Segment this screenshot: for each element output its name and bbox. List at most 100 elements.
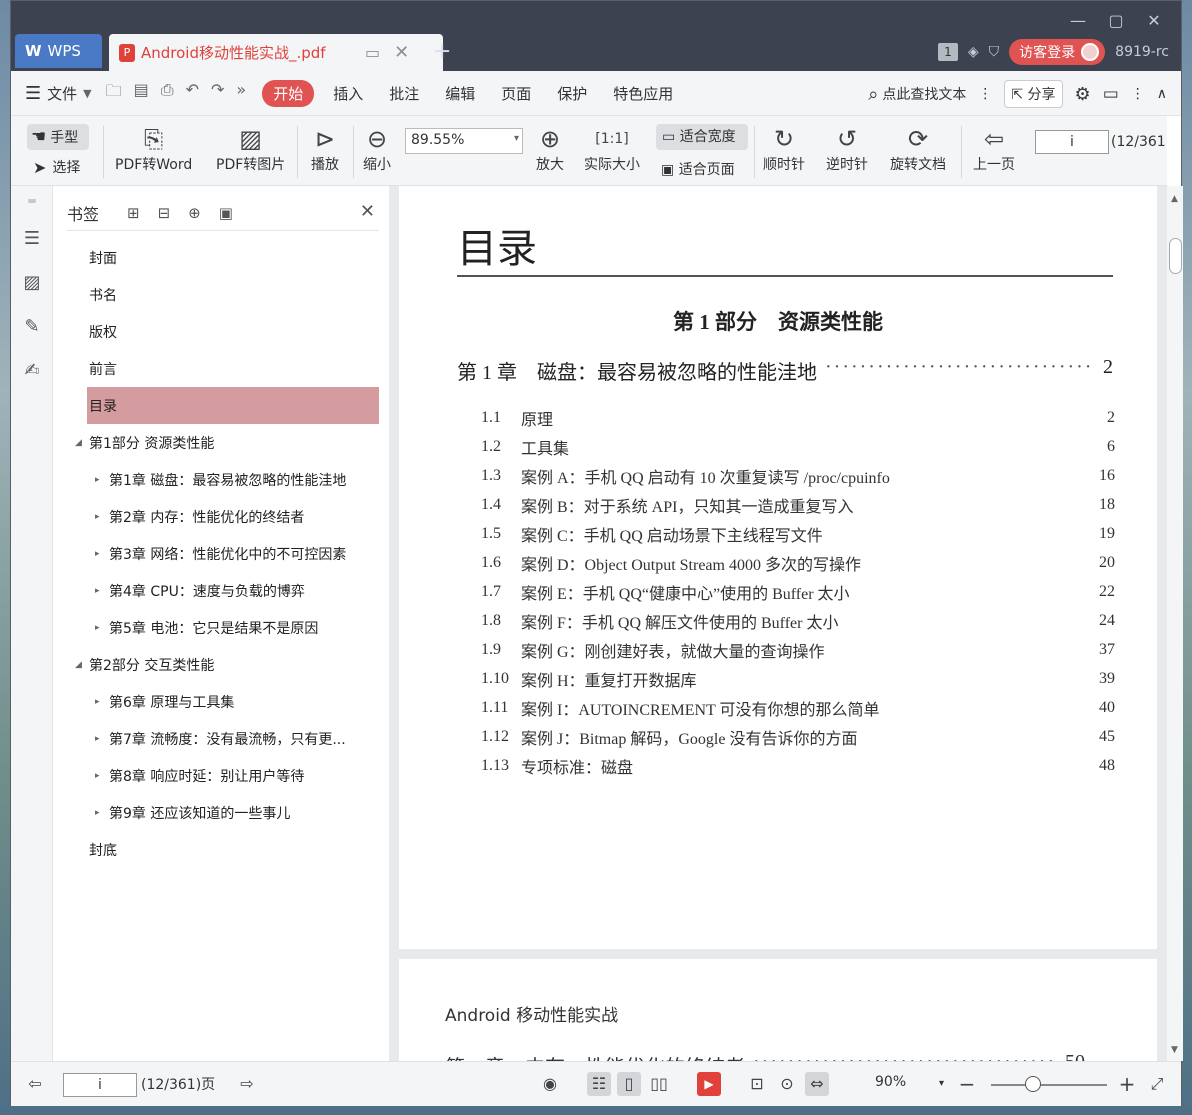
- zoom-in-icon[interactable]: +: [1115, 1072, 1139, 1096]
- bookmark-item[interactable]: 前言: [67, 350, 379, 387]
- tab-close-icon[interactable]: ✕: [394, 42, 409, 63]
- collapsed-triangle-icon[interactable]: ▸: [95, 512, 109, 522]
- actual-size-icon[interactable]: ⊡: [745, 1072, 769, 1096]
- add-bookmark-icon[interactable]: ⊕: [188, 204, 201, 222]
- collapsed-triangle-icon[interactable]: ▸: [95, 586, 109, 596]
- eye-protect-icon[interactable]: ◉: [538, 1072, 562, 1096]
- more-vertical-icon[interactable]: ⋮: [978, 86, 992, 102]
- tab-annotate[interactable]: 批注: [376, 83, 432, 104]
- redo-icon[interactable]: ↷: [211, 80, 224, 107]
- play-button[interactable]: ⊳ 播放: [311, 124, 339, 174]
- bookmark-item[interactable]: ▸ 第5章 电池：它只是结果不是原因: [67, 609, 379, 646]
- zoom-slider-knob[interactable]: [1024, 1076, 1041, 1092]
- skin-icon[interactable]: ◈: [968, 44, 979, 60]
- expand-all-icon[interactable]: ⊞: [127, 204, 140, 222]
- status-page-input[interactable]: i: [63, 1073, 137, 1097]
- new-tab-button[interactable]: +: [433, 39, 451, 64]
- bookmark-item[interactable]: ▸ 第1章 磁盘：最容易被忽略的性能洼地: [67, 461, 379, 498]
- bookmark-item[interactable]: ◢ 第1部分 资源类性能: [67, 424, 379, 461]
- scroll-thumb[interactable]: [1169, 238, 1182, 274]
- close-icon[interactable]: ✕: [360, 201, 375, 222]
- scroll-up-icon[interactable]: ▲: [1171, 194, 1178, 204]
- tab-wps-home[interactable]: W WPS: [15, 34, 102, 68]
- tab-insert[interactable]: 插入: [320, 83, 376, 104]
- tab-count-badge[interactable]: 1: [937, 43, 958, 61]
- tab-features[interactable]: 特色应用: [600, 83, 686, 104]
- zoom-out-button[interactable]: ⊖ 缩小: [363, 124, 391, 174]
- comment-icon[interactable]: ▭: [1103, 84, 1119, 104]
- fit-width-button[interactable]: ▭ 适合宽度: [656, 124, 748, 150]
- fullscreen-icon[interactable]: ⤢: [1145, 1072, 1169, 1096]
- prev-page-button[interactable]: ⇦ 上一页: [973, 124, 1015, 174]
- rotate-ccw-button[interactable]: ↺ 逆时针: [826, 124, 868, 174]
- continuous-view-icon[interactable]: ☷: [587, 1072, 611, 1096]
- print-icon[interactable]: ⎙: [161, 80, 174, 107]
- bookmark-item[interactable]: ▸ 第2章 内存：性能优化的终结者: [67, 498, 379, 535]
- bookmark-item[interactable]: 封面: [67, 239, 379, 276]
- bookmark-options-icon[interactable]: ▣: [219, 204, 233, 222]
- zoom-percent[interactable]: 90%: [875, 1074, 906, 1090]
- single-page-icon[interactable]: ▯: [617, 1072, 641, 1096]
- expanded-triangle-icon[interactable]: ◢: [75, 660, 89, 670]
- open-folder-icon[interactable]: 🗀: [106, 80, 122, 107]
- tshirt-icon[interactable]: ⛉: [989, 44, 1000, 60]
- bookmark-item[interactable]: 书名: [67, 276, 379, 313]
- play-icon[interactable]: ▶: [697, 1072, 721, 1096]
- next-page-icon[interactable]: ⇨: [235, 1072, 259, 1096]
- expanded-triangle-icon[interactable]: ◢: [75, 438, 89, 448]
- thumbnail-icon[interactable]: ▨: [11, 260, 53, 304]
- bookmark-item[interactable]: ▸ 第4章 CPU：速度与负载的博弈: [67, 572, 379, 609]
- actual-size-button[interactable]: [1:1] 实际大小: [584, 124, 640, 174]
- bookmark-item[interactable]: ▸ 第9章 还应该知道的一些事儿: [67, 794, 379, 831]
- zoom-in-button[interactable]: ⊕ 放大: [536, 124, 564, 174]
- bookmark-item[interactable]: ▸ 第8章 响应时延：别让用户等待: [67, 757, 379, 794]
- page-number-input[interactable]: i: [1035, 130, 1109, 154]
- tab-page[interactable]: 页面: [488, 83, 544, 104]
- tab-start[interactable]: 开始: [262, 79, 315, 107]
- collapsed-triangle-icon[interactable]: ▸: [95, 623, 109, 633]
- signature-icon[interactable]: ✍: [11, 348, 53, 392]
- tab-document[interactable]: P Android移动性能实战_.pdf ▭ ✕: [109, 34, 443, 71]
- file-menu[interactable]: ☰ 文件 ▼: [11, 83, 92, 104]
- bookmark-item[interactable]: ▸ 第3章 网络：性能优化中的不可控因素: [67, 535, 379, 572]
- vertical-scrollbar[interactable]: ▲ ▼: [1167, 186, 1183, 1061]
- settings-icon[interactable]: ⚙: [1075, 84, 1091, 105]
- collapsed-triangle-icon[interactable]: ▸: [95, 549, 109, 559]
- save-icon[interactable]: ▤: [134, 80, 149, 107]
- annotation-icon[interactable]: ✎: [11, 304, 53, 348]
- bookmark-list-icon[interactable]: ☰: [11, 216, 53, 260]
- fit-page-icon[interactable]: ⊙: [775, 1072, 799, 1096]
- rotate-doc-button[interactable]: ⟳ 旋转文档: [890, 124, 946, 174]
- rotate-cw-button[interactable]: ↻ 顺时针: [763, 124, 805, 174]
- menu-more-icon[interactable]: ⋮: [1131, 86, 1145, 102]
- bookmark-item[interactable]: 封底: [67, 831, 379, 868]
- zoom-slider[interactable]: [991, 1084, 1107, 1086]
- collapsed-triangle-icon[interactable]: ▸: [95, 808, 109, 818]
- zoom-select[interactable]: 89.55% ▾: [405, 128, 523, 154]
- pdf-to-word-button[interactable]: ⎘ PDF转Word: [115, 124, 192, 174]
- fit-page-button[interactable]: ▣ 适合页面: [661, 159, 735, 179]
- collapsed-triangle-icon[interactable]: ▸: [95, 734, 109, 744]
- document-view[interactable]: 目录 第 1 部分 资源类性能 第 1 章 磁盘：最容易被忽略的性能洼地 ···…: [389, 186, 1167, 1061]
- share-button[interactable]: ⇱ 分享: [1004, 80, 1063, 108]
- dual-page-icon[interactable]: ▯▯: [647, 1072, 671, 1096]
- bookmark-item-selected[interactable]: 目录: [87, 387, 379, 424]
- select-tool-button[interactable]: ➤ 选择: [33, 157, 80, 177]
- undo-icon[interactable]: ↶: [186, 80, 199, 107]
- bookmark-item[interactable]: ▸ 第7章 流畅度：没有最流畅，只有更...: [67, 720, 379, 757]
- collapse-icon[interactable]: ∧: [1157, 86, 1167, 102]
- more-chevron-icon[interactable]: »: [236, 80, 246, 107]
- collapsed-triangle-icon[interactable]: ▸: [95, 697, 109, 707]
- tab-edit[interactable]: 编辑: [432, 83, 488, 104]
- bookmark-item[interactable]: 版权: [67, 313, 379, 350]
- scroll-down-icon[interactable]: ▼: [1171, 1045, 1178, 1055]
- collapse-handle-icon[interactable]: ═: [11, 186, 53, 216]
- tab-protect[interactable]: 保护: [544, 83, 600, 104]
- collapse-all-icon[interactable]: ⊟: [158, 204, 171, 222]
- hand-tool-button[interactable]: ☚ 手型: [27, 124, 89, 150]
- chevron-down-icon[interactable]: ▾: [939, 1078, 944, 1089]
- bookmark-item[interactable]: ◢ 第2部分 交互类性能: [67, 646, 379, 683]
- collapsed-triangle-icon[interactable]: ▸: [95, 475, 109, 485]
- minimize-icon[interactable]: —: [1059, 9, 1097, 33]
- pin-icon[interactable]: ▭: [365, 43, 380, 62]
